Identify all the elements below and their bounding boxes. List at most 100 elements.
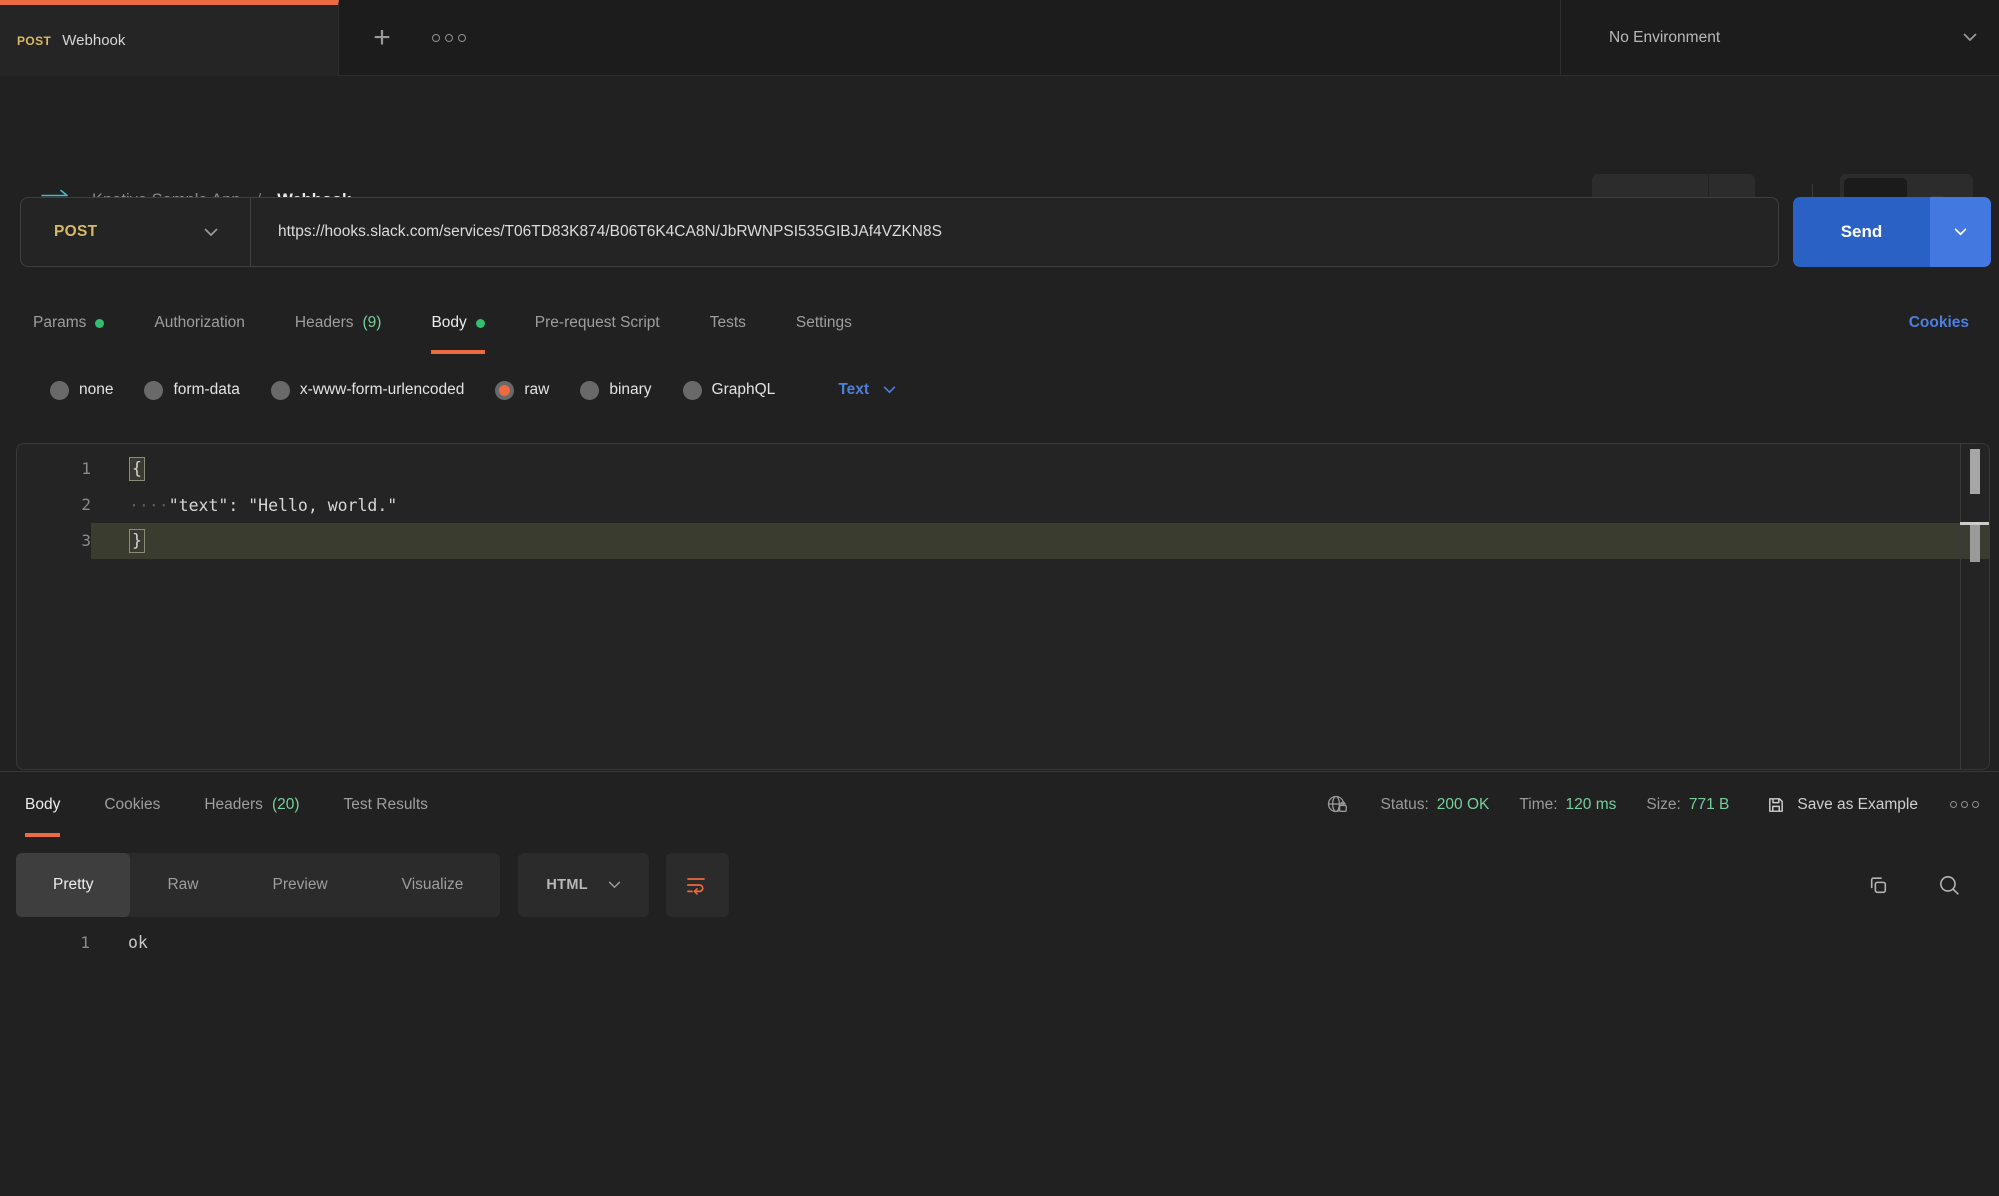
response-tab-headers[interactable]: Headers (20) bbox=[204, 772, 299, 837]
mode-label: form-data bbox=[173, 381, 239, 399]
send-button-label: Send bbox=[1841, 222, 1883, 242]
save-as-example-label: Save as Example bbox=[1797, 796, 1918, 814]
mode-label: none bbox=[79, 381, 113, 399]
raw-language-label: Text bbox=[838, 381, 869, 399]
tab-label: Cookies bbox=[104, 796, 160, 814]
view-pretty[interactable]: Pretty bbox=[16, 853, 130, 917]
radio-icon bbox=[683, 381, 702, 400]
tab-title: Webhook bbox=[62, 32, 125, 49]
tab-label: Pre-request Script bbox=[535, 314, 660, 332]
more-options-icon bbox=[432, 34, 440, 42]
top-tab-bar: POST Webhook + No Environment bbox=[0, 0, 1999, 76]
editor-line-2: 2 ···· "text": "Hello, world." bbox=[17, 487, 1989, 523]
headers-count-badge: (9) bbox=[362, 314, 381, 332]
url-input[interactable] bbox=[251, 198, 1778, 266]
tab-params[interactable]: Params bbox=[33, 292, 104, 354]
body-mode-row: none form-data x-www-form-urlencoded raw… bbox=[0, 366, 1999, 414]
tab-settings[interactable]: Settings bbox=[796, 292, 852, 354]
method-dropdown[interactable]: POST bbox=[21, 198, 251, 266]
line-number: 1 bbox=[17, 451, 91, 487]
network-globe-icon[interactable] bbox=[1326, 794, 1351, 816]
send-button[interactable]: Send bbox=[1793, 197, 1930, 267]
copy-icon[interactable] bbox=[1867, 874, 1890, 897]
more-options-icon bbox=[445, 34, 453, 42]
view-label: Raw bbox=[167, 876, 198, 894]
response-view-switcher: Pretty Raw Preview Visualize bbox=[16, 853, 500, 917]
code-text: "text": "Hello, world." bbox=[169, 496, 397, 515]
open-brace: { bbox=[129, 457, 145, 481]
mode-x-www-form-urlencoded[interactable]: x-www-form-urlencoded bbox=[271, 381, 465, 400]
more-options-icon bbox=[1972, 801, 1979, 808]
cookies-link[interactable]: Cookies bbox=[1909, 314, 1969, 332]
mode-label: GraphQL bbox=[712, 381, 776, 399]
scrollbar-thumb[interactable] bbox=[1970, 449, 1980, 494]
chevron-down-icon bbox=[1954, 228, 1967, 236]
tab-pre-request-script[interactable]: Pre-request Script bbox=[535, 292, 660, 354]
tab-label: Body bbox=[431, 314, 466, 332]
wrap-lines-button[interactable] bbox=[666, 853, 729, 917]
tab-label: Settings bbox=[796, 314, 852, 332]
overview-ruler bbox=[1960, 444, 1961, 769]
mode-label: x-www-form-urlencoded bbox=[300, 381, 465, 399]
response-headers-count-badge: (20) bbox=[272, 796, 300, 814]
send-button-group: Send bbox=[1793, 197, 1991, 267]
time-label: Time: bbox=[1519, 796, 1557, 814]
size-value[interactable]: 771 B bbox=[1689, 796, 1730, 814]
tab-label: Params bbox=[33, 314, 86, 332]
tab-label: Test Results bbox=[344, 796, 428, 814]
chevron-down-icon bbox=[204, 228, 218, 237]
tab-authorization[interactable]: Authorization bbox=[154, 292, 244, 354]
size-label: Size: bbox=[1646, 796, 1680, 814]
tab-label: Headers bbox=[295, 314, 354, 332]
response-tab-cookies[interactable]: Cookies bbox=[104, 772, 160, 837]
mode-label: raw bbox=[524, 381, 549, 399]
chevron-down-icon bbox=[883, 386, 896, 394]
view-raw[interactable]: Raw bbox=[130, 853, 235, 917]
save-as-example-button[interactable]: Save as Example bbox=[1767, 796, 1918, 814]
mode-none[interactable]: none bbox=[50, 381, 113, 400]
view-visualize[interactable]: Visualize bbox=[365, 853, 501, 917]
request-tabs: Params Authorization Headers (9) Body Pr… bbox=[0, 292, 1999, 354]
response-actions bbox=[1867, 874, 1983, 897]
tab-label: Headers bbox=[204, 796, 263, 814]
tab-tests[interactable]: Tests bbox=[710, 292, 746, 354]
response-body-text: ok bbox=[90, 925, 148, 961]
radio-icon bbox=[144, 381, 163, 400]
tab-method-label: POST bbox=[17, 34, 51, 48]
view-label: Pretty bbox=[53, 876, 93, 894]
mode-binary[interactable]: binary bbox=[580, 381, 651, 400]
status-field: Status: 200 OK bbox=[1381, 796, 1490, 814]
request-header-row: HTTP Knative Sample App / Webhook Save bbox=[0, 76, 1999, 170]
new-tab-button[interactable]: + bbox=[362, 18, 402, 58]
tab-label: Tests bbox=[710, 314, 746, 332]
wrap-lines-icon bbox=[686, 875, 708, 895]
response-tabs: Body Cookies Headers (20) Test Results bbox=[25, 772, 428, 837]
view-preview[interactable]: Preview bbox=[236, 853, 365, 917]
mode-graphql[interactable]: GraphQL bbox=[683, 381, 776, 400]
tab-body[interactable]: Body bbox=[431, 292, 484, 354]
mode-raw[interactable]: raw bbox=[495, 381, 549, 400]
status-label: Status: bbox=[1381, 796, 1429, 814]
time-value[interactable]: 120 ms bbox=[1566, 796, 1617, 814]
tab-headers[interactable]: Headers (9) bbox=[295, 292, 382, 354]
response-tab-test-results[interactable]: Test Results bbox=[344, 772, 428, 837]
environment-selector[interactable]: No Environment bbox=[1560, 0, 1999, 75]
line-number: 1 bbox=[16, 925, 90, 961]
mode-form-data[interactable]: form-data bbox=[144, 381, 239, 400]
response-tab-body[interactable]: Body bbox=[25, 772, 60, 837]
tab-options-button[interactable] bbox=[432, 29, 466, 47]
search-icon[interactable] bbox=[1938, 874, 1961, 897]
radio-icon bbox=[580, 381, 599, 400]
body-active-dot bbox=[476, 319, 485, 328]
request-body-editor[interactable]: 1 { 2 ···· "text": "Hello, world." 3 } bbox=[16, 443, 1990, 770]
editor-content: 1 { 2 ···· "text": "Hello, world." 3 } bbox=[17, 444, 1989, 559]
response-body-line[interactable]: 1 ok bbox=[16, 925, 1983, 961]
send-options-button[interactable] bbox=[1930, 197, 1991, 267]
request-tab-webhook[interactable]: POST Webhook bbox=[0, 0, 339, 76]
response-format-dropdown[interactable]: HTML bbox=[518, 853, 648, 917]
status-value[interactable]: 200 OK bbox=[1437, 796, 1490, 814]
chevron-down-icon bbox=[1963, 33, 1977, 42]
more-options-icon bbox=[458, 34, 466, 42]
response-options-button[interactable] bbox=[1950, 801, 1979, 808]
raw-language-dropdown[interactable]: Text bbox=[838, 381, 896, 399]
